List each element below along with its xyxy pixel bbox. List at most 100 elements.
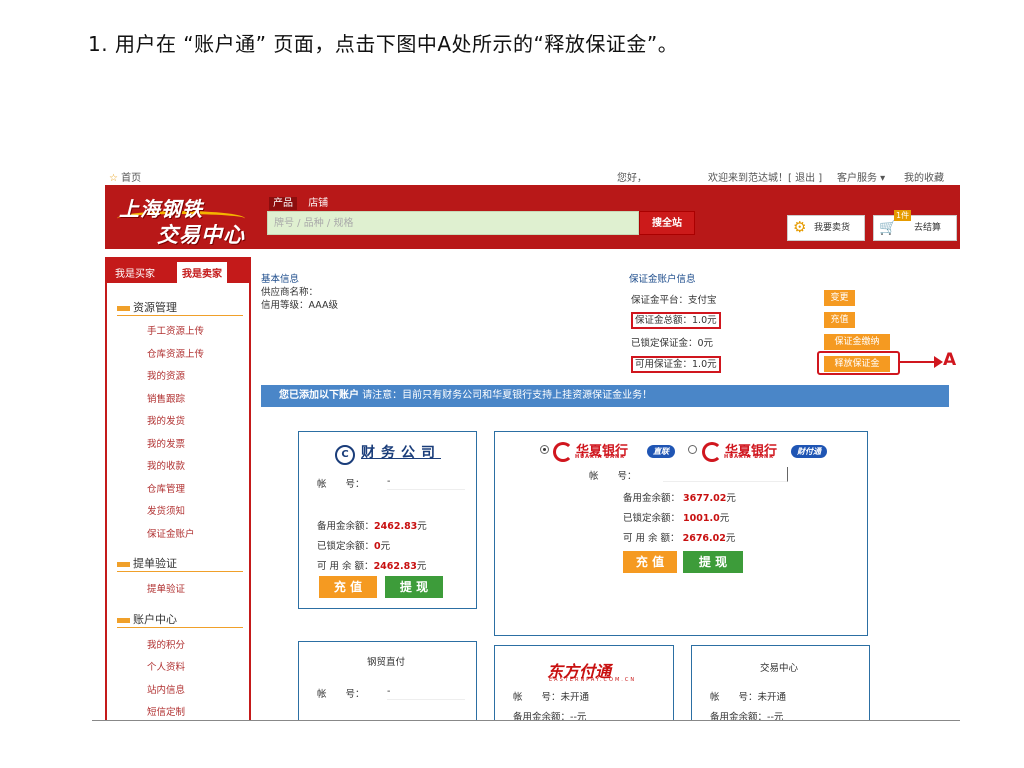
huaxia-logo-mark bbox=[702, 441, 722, 462]
finance-available-label: 可 用 余 额： bbox=[317, 561, 374, 572]
sidebar-item-manual-upload[interactable]: 手工资源上传 bbox=[147, 323, 204, 337]
pay-margin-button[interactable]: 保证金缴纳 bbox=[824, 334, 890, 350]
steel-direct-pay-card: 钢贸直付 帐 号： - bbox=[298, 641, 477, 721]
huaxia-bank-card: 华夏银行 HUAXIA BANK 直联 华夏银行 HUAXIA BANK 财付通 帐… bbox=[494, 431, 868, 636]
sidebar-item-margin-account[interactable]: 保证金账户 bbox=[147, 526, 195, 540]
sell-button[interactable]: ⚙ 我要卖货 bbox=[787, 215, 865, 241]
sidebar-item-my-resources[interactable]: 我的资源 bbox=[147, 368, 185, 382]
sidebar-item-warehouse-upload[interactable]: 仓库资源上传 bbox=[147, 346, 204, 360]
finance-locked-value: 0 bbox=[374, 541, 381, 552]
steel-account-label: 帐 号： bbox=[317, 689, 365, 700]
finance-company-card: C 财务公司 帐 号： - 备用金余额：2462.83元 已锁定余额：0元 可 用… bbox=[298, 431, 477, 609]
sidebar-item-site-messages[interactable]: 站内信息 bbox=[147, 682, 185, 696]
finance-account-field bbox=[387, 475, 465, 490]
sidebar-item-profile[interactable]: 个人资料 bbox=[147, 659, 185, 673]
home-link[interactable]: ☆ 首页 bbox=[109, 169, 141, 184]
section-divider bbox=[117, 315, 243, 316]
finance-locked-label: 已锁定余额： bbox=[317, 541, 375, 552]
section-bar-icon bbox=[117, 305, 130, 311]
section-title: 资源管理 bbox=[133, 301, 177, 314]
bottom-rule bbox=[92, 720, 960, 721]
tab-products[interactable]: 产品 bbox=[269, 197, 297, 210]
finance-available-unit: 元 bbox=[416, 561, 427, 572]
sidebar: 我是买家 我是卖家 资源管理 手工资源上传 仓库资源上传 我的资源 销售跟踪 我… bbox=[105, 257, 251, 721]
huaxia-logo-direct: 华夏银行 HUAXIA BANK bbox=[553, 440, 628, 462]
sidebar-item-my-points[interactable]: 我的积分 bbox=[147, 637, 185, 651]
basic-info-title: 基本信息 bbox=[261, 274, 300, 285]
finance-locked-unit: 元 bbox=[380, 541, 391, 552]
welcome-text[interactable]: 欢迎来到范达城！[ 退出 ] bbox=[708, 169, 822, 184]
huaxia-reserve-label: 备用金余额： bbox=[623, 493, 681, 504]
screenshot: ☆ 首页 您好， 欢迎来到范达城！[ 退出 ] 客户服务 ▾ 我的收藏 上海钢铁… bbox=[105, 163, 960, 721]
dongfang-account-row: 帐 号：未开通 bbox=[513, 689, 589, 703]
huaxia-withdraw-button[interactable]: 提 现 bbox=[683, 551, 743, 573]
sidebar-item-my-shipments[interactable]: 我的发货 bbox=[147, 413, 185, 427]
huaxia-direct-radio[interactable] bbox=[540, 445, 549, 454]
finance-recharge-button[interactable]: 充 值 bbox=[319, 576, 377, 598]
margin-info-title: 保证金账户信息 bbox=[629, 274, 696, 285]
margin-available: 可用保证金：1.0元 bbox=[631, 356, 721, 373]
huaxia-reserve-row: 备用金余额： 3677.02元 bbox=[623, 490, 736, 504]
sidebar-item-my-receipts[interactable]: 我的收款 bbox=[147, 458, 185, 472]
huaxia-reserve-unit: 元 bbox=[726, 493, 736, 504]
finance-withdraw-button[interactable]: 提 现 bbox=[385, 576, 443, 598]
margin-available-value: 可用保证金：1.0元 bbox=[631, 356, 721, 373]
site-header: 上海钢铁 交易中心 产品 店铺 牌号 / 品种 / 规格 搜全站 ⚙ 我要卖货 … bbox=[105, 185, 960, 249]
change-button[interactable]: 变更 bbox=[824, 290, 855, 306]
margin-platform: 保证金平台：支付宝 bbox=[631, 295, 717, 306]
huaxia-en: HUAXIA BANK bbox=[575, 454, 626, 460]
huaxia-available-row: 可 用 余 额： 2676.02元 bbox=[623, 530, 735, 544]
section-bar-icon bbox=[117, 561, 130, 567]
sidebar-tabs: 我是买家 我是卖家 bbox=[107, 259, 249, 283]
huaxia-tenpay-radio[interactable] bbox=[688, 445, 697, 454]
finance-logo-mark: C bbox=[335, 445, 355, 465]
exchange-account-row: 帐 号：未开通 bbox=[710, 689, 786, 703]
finance-available-row: 可 用 余 额：2462.83元 bbox=[317, 558, 426, 572]
sell-button-label: 我要卖货 bbox=[814, 223, 851, 233]
section-account-center: 账户中心 bbox=[117, 611, 177, 627]
exchange-center-card: 交易中心 帐 号：未开通 备用金余额：--元 bbox=[691, 645, 870, 721]
sidebar-item-warehouse-management[interactable]: 仓库管理 bbox=[147, 481, 185, 495]
callout-arrow bbox=[900, 361, 934, 363]
margin-total-value: 保证金总额：1.0元 bbox=[631, 312, 721, 329]
huaxia-recharge-button[interactable]: 充 值 bbox=[623, 551, 677, 573]
section-divider bbox=[117, 571, 243, 572]
favorites-link[interactable]: 我的收藏 bbox=[904, 169, 944, 184]
sidebar-item-sms-settings[interactable]: 短信定制 bbox=[147, 704, 185, 718]
dongfang-logo-sub: EASTERNPAY.COM.CN bbox=[549, 677, 637, 683]
tab-buyer[interactable]: 我是买家 bbox=[115, 265, 155, 280]
sidebar-item-bill-verification[interactable]: 提单验证 bbox=[147, 581, 185, 595]
logo-line2: 交易中心 bbox=[157, 223, 245, 247]
sidebar-item-my-invoices[interactable]: 我的发票 bbox=[147, 436, 185, 450]
finance-available-value: 2462.83 bbox=[373, 561, 417, 572]
exchange-title: 交易中心 bbox=[760, 663, 799, 674]
site-logo[interactable]: 上海钢铁 交易中心 bbox=[117, 193, 253, 247]
sidebar-item-shipping-notice[interactable]: 发货须知 bbox=[147, 503, 185, 517]
search-button[interactable]: 搜全站 bbox=[639, 211, 695, 235]
checkout-button[interactable]: 🛒 1件 去结算 bbox=[873, 210, 957, 241]
steel-account-field bbox=[387, 685, 465, 700]
recharge-margin-button[interactable]: 充值 bbox=[824, 312, 855, 328]
top-bar: ☆ 首页 您好， 欢迎来到范达城！[ 退出 ] 客户服务 ▾ 我的收藏 bbox=[105, 163, 960, 185]
search-input[interactable]: 牌号 / 品种 / 规格 bbox=[267, 211, 639, 235]
tab-seller[interactable]: 我是卖家 bbox=[177, 262, 227, 283]
finance-reserve-row: 备用金余额：2462.83元 bbox=[317, 518, 427, 532]
release-margin-highlight bbox=[817, 351, 900, 375]
customer-service-menu[interactable]: 客户服务 ▾ bbox=[837, 169, 885, 184]
section-divider bbox=[117, 627, 243, 628]
huaxia-locked-unit: 元 bbox=[719, 513, 730, 524]
accounts-note: 请注意：目前只有财务公司和华夏银行支持上挂资源保证金业务！ bbox=[362, 390, 653, 401]
logo-line1: 上海钢铁 bbox=[119, 197, 203, 221]
sidebar-item-sales-tracking[interactable]: 销售跟踪 bbox=[147, 391, 185, 405]
supplier-name: 供应商名称： bbox=[261, 287, 319, 298]
star-icon: ☆ bbox=[109, 173, 118, 184]
finance-company-logo: C 财务公司 bbox=[335, 442, 441, 465]
tab-shops[interactable]: 店铺 bbox=[308, 198, 328, 209]
margin-account-info: 保证金账户信息 bbox=[629, 273, 696, 286]
section-bill-verification: 提单验证 bbox=[117, 555, 177, 571]
greeting: 您好， bbox=[617, 173, 647, 184]
dongfang-account-value: 未开通 bbox=[560, 692, 590, 703]
section-title: 提单验证 bbox=[133, 557, 177, 570]
tenpay-pill: 财付通 bbox=[791, 445, 827, 458]
huaxia-available-unit: 元 bbox=[725, 533, 736, 544]
